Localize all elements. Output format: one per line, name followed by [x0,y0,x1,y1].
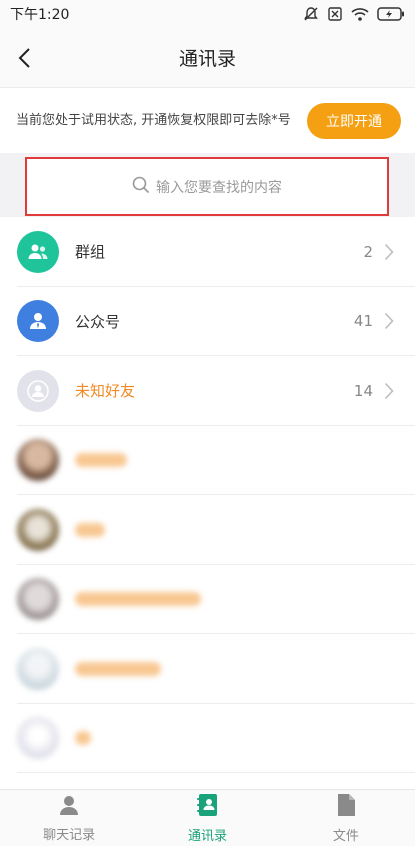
search-input[interactable]: 输入您要查找的内容 [25,157,389,216]
contact-row[interactable] [0,426,415,496]
chevron-left-icon [18,48,30,68]
contact-name-obscured [75,731,91,746]
contact-name-obscured [75,592,201,607]
file-icon [336,793,356,821]
avatar [17,439,59,482]
chat-records-icon [58,794,80,820]
page-title: 通讯录 [178,48,236,70]
tab-contacts[interactable]: 通讯录 [138,790,276,846]
unknown-friend-label: 未知好友 [75,382,136,401]
group-label: 群组 [75,243,106,262]
contact-name-obscured [75,453,127,468]
contact-list: 群组 2 公众号 41 未知好友 14 [0,217,415,773]
official-account-icon [17,300,59,343]
unknown-friend-icon [17,369,59,412]
avatar [17,647,59,690]
tab-label: 文件 [332,828,359,844]
list-item-unknown-friend[interactable]: 未知好友 14 [0,356,415,426]
search-placeholder: 输入您要查找的内容 [156,179,282,196]
status-icons [303,6,405,22]
list-item-official-account[interactable]: 公众号 41 [0,287,415,357]
contact-row[interactable] [0,634,415,704]
search-icon [132,176,150,198]
wifi-icon [351,6,369,22]
unknown-friend-count: 14 [353,381,373,400]
list-item-group[interactable]: 群组 2 [0,217,415,287]
no-sim-icon [327,6,343,22]
mute-bell-icon [303,6,319,22]
tab-label: 通讯录 [187,828,227,844]
tab-label: 聊天记录 [43,827,96,843]
status-bar: 下午1:20 [0,0,415,28]
contact-name-obscured [75,522,105,537]
tab-files[interactable]: 文件 [277,790,415,846]
group-icon [17,230,59,273]
trial-banner: 当前您处于试用状态, 开通恢复权限即可去除*号 立即开通 [0,88,415,153]
back-button[interactable] [8,42,40,74]
group-count: 2 [363,242,373,261]
contact-row[interactable] [0,704,415,774]
status-time: 下午1:20 [10,7,70,23]
nav-bar: 通讯录 [0,28,415,88]
trial-notice-text: 当前您处于试用状态, 开通恢复权限即可去除*号 [16,112,291,128]
contact-row[interactable] [0,495,415,565]
chevron-right-icon [379,242,399,262]
official-account-label: 公众号 [75,312,121,331]
avatar [17,508,59,551]
avatar [17,717,59,760]
contacts-icon [196,793,218,821]
chevron-right-icon [379,311,399,331]
activate-now-button[interactable]: 立即开通 [307,102,401,139]
official-account-count: 41 [353,312,373,331]
chevron-right-icon [379,381,399,401]
tab-chat-records[interactable]: 聊天记录 [0,790,138,846]
contact-row[interactable] [0,565,415,635]
tab-bar: 聊天记录 通讯录 文件 [0,789,415,846]
battery-icon [377,7,405,21]
avatar [17,578,59,621]
contact-name-obscured [75,661,161,676]
